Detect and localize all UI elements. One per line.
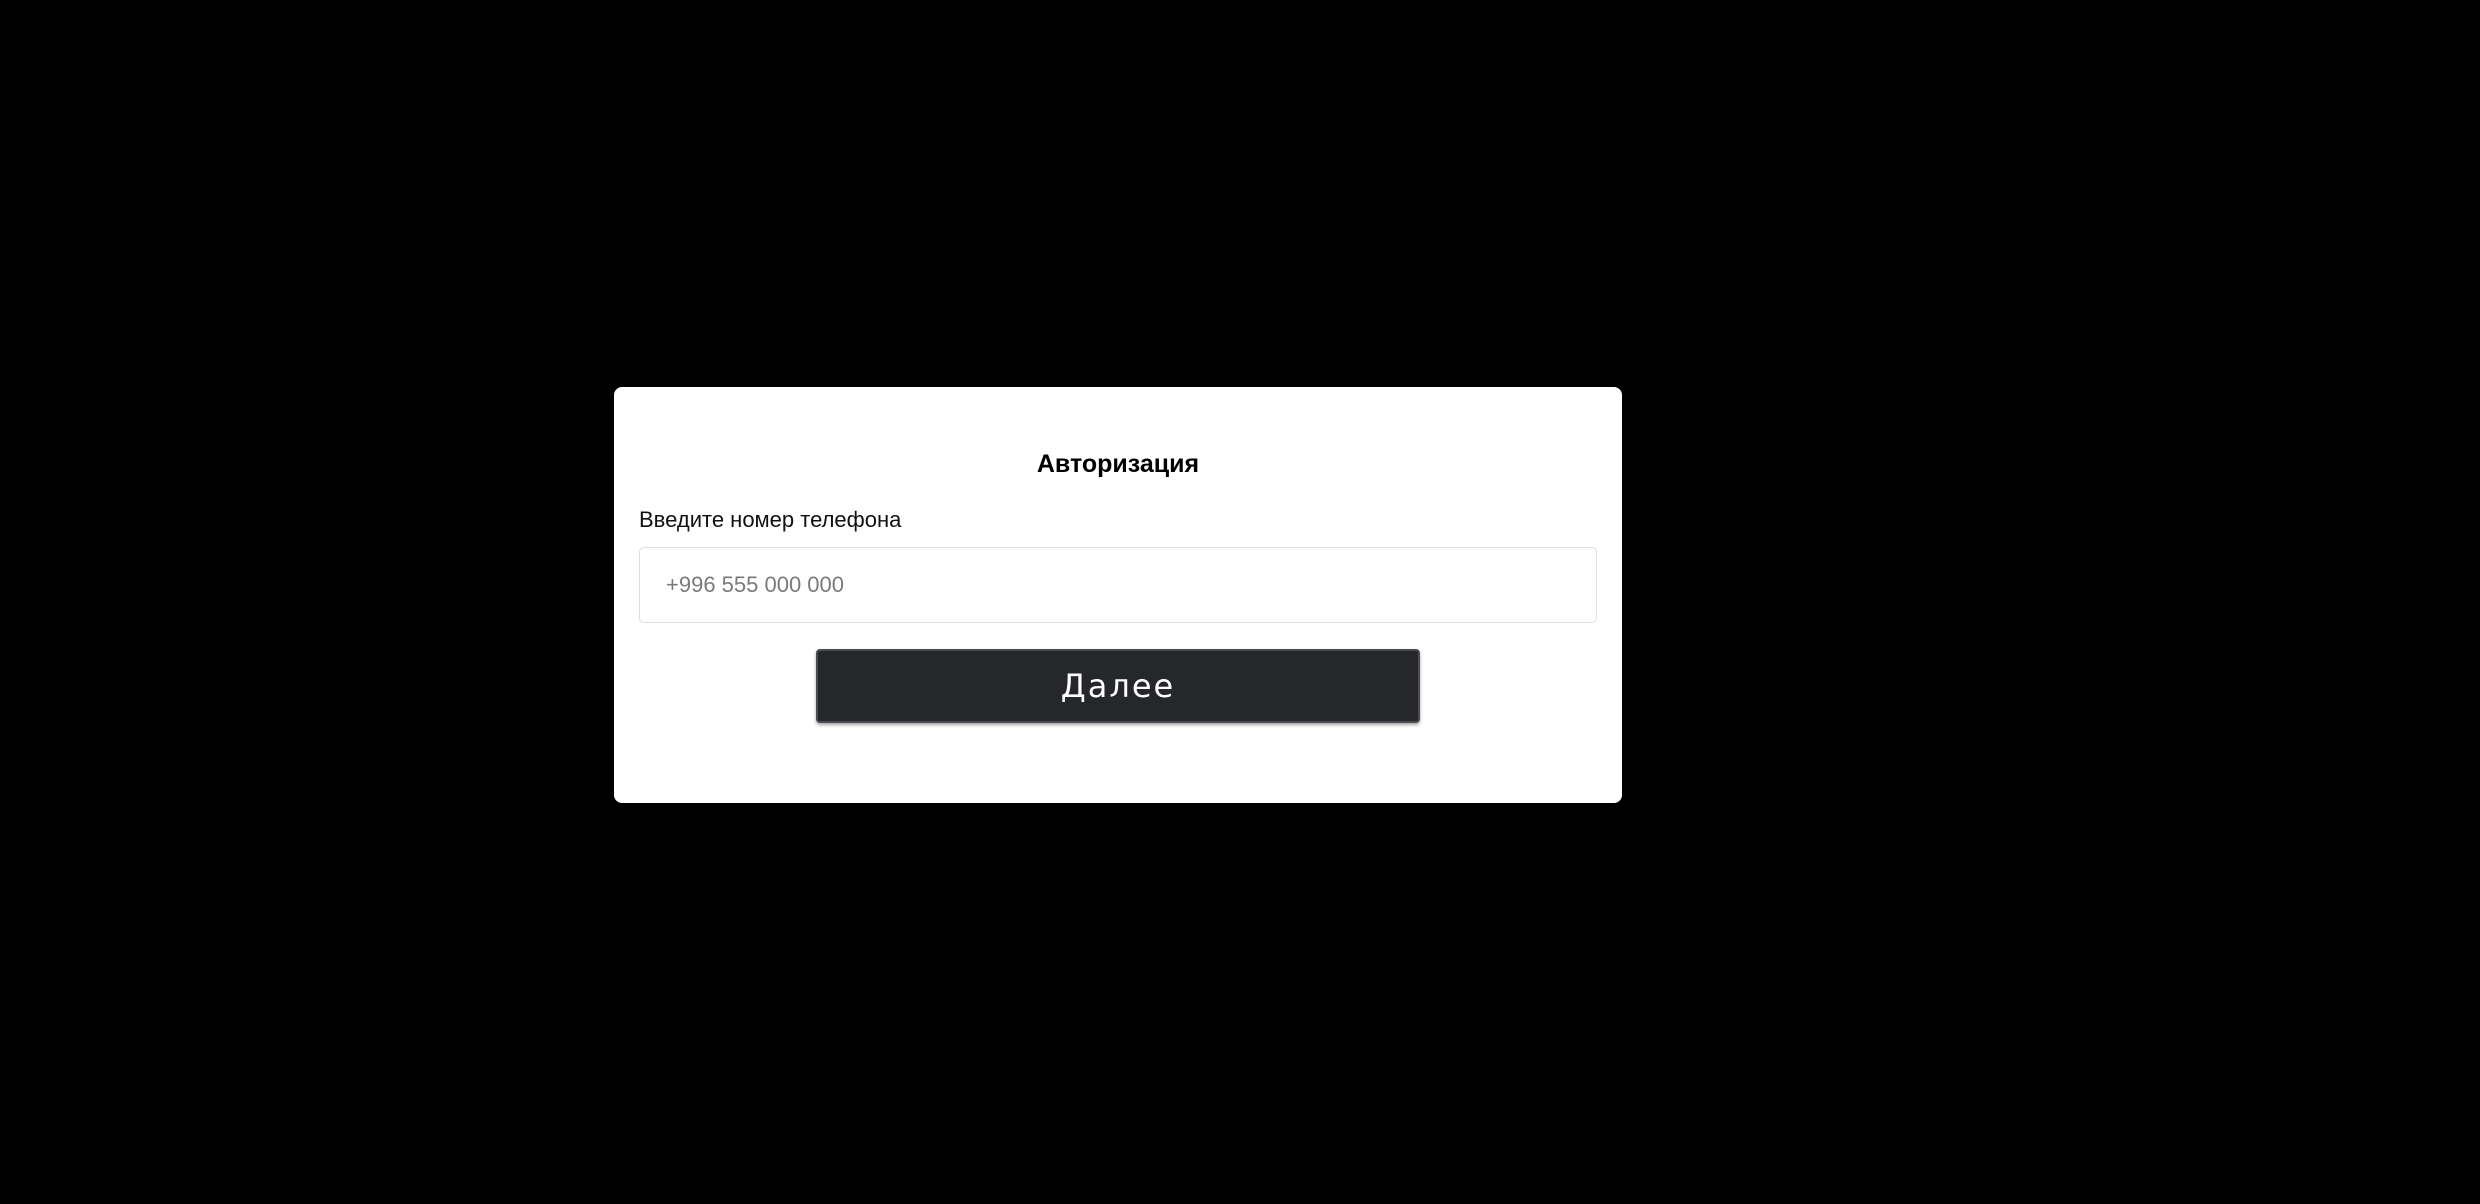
modal-title: Авторизация bbox=[1036, 450, 1200, 478]
modal-backdrop: Авторизация Введите номер телефона Далее bbox=[0, 0, 2480, 1204]
phone-input[interactable] bbox=[639, 547, 1597, 623]
auth-modal: Авторизация Введите номер телефона Далее bbox=[614, 387, 1622, 803]
next-button[interactable]: Далее bbox=[816, 649, 1420, 723]
phone-field-label: Введите номер телефона bbox=[639, 507, 902, 532]
